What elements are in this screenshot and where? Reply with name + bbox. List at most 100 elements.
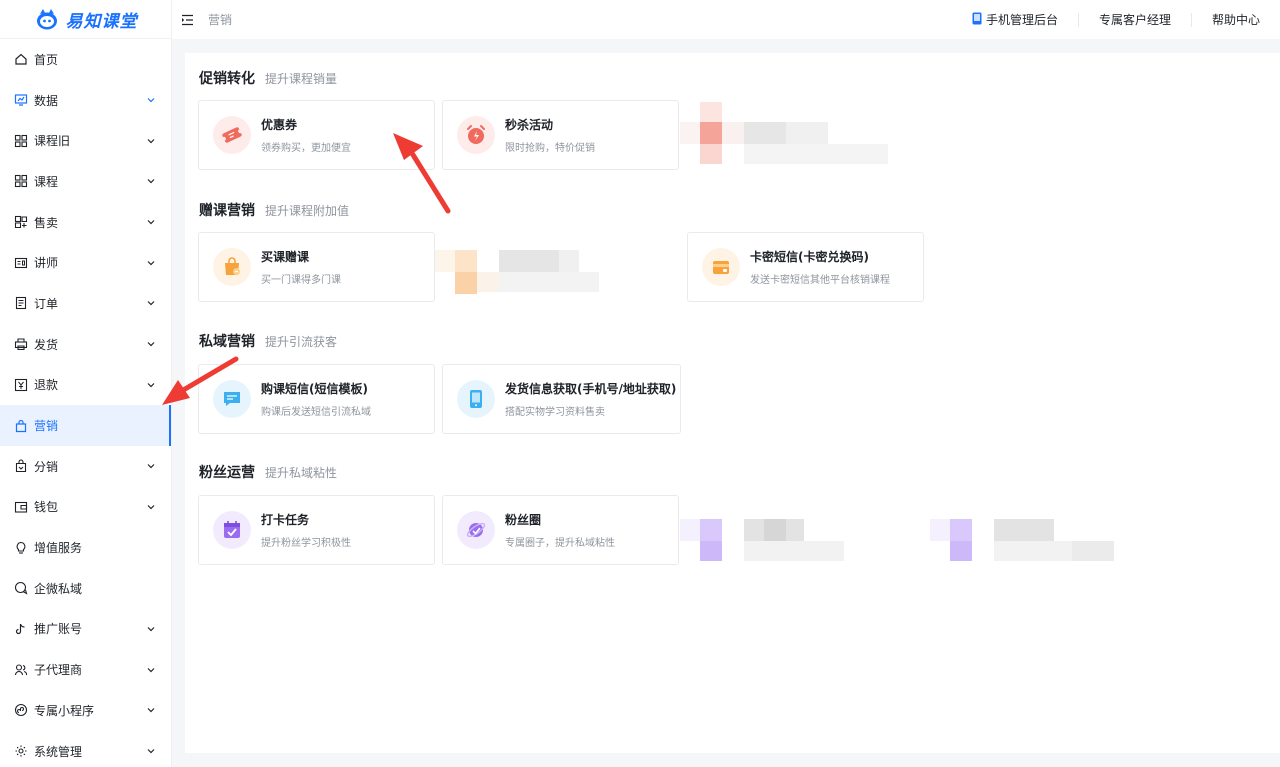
sidebar-item-9[interactable]: 营销 — [0, 405, 171, 446]
checkin-task-card[interactable]: 打卡任务 提升粉丝学习积极性 — [198, 495, 435, 565]
wallet-icon — [14, 500, 28, 514]
sidebar-item-8[interactable]: 退款 — [0, 365, 171, 406]
sidebar-item-label: 订单 — [34, 296, 59, 311]
sidebar-item-label: 专属小程序 — [34, 703, 95, 718]
mobile-icon — [457, 380, 495, 418]
sidebar-item-label: 企微私域 — [34, 581, 83, 596]
redacted-card-placeholder — [680, 102, 910, 168]
buy-gift-course-card[interactable]: 买课赠课 买一门课得多门课 — [198, 232, 435, 302]
section-title-private: 私域营销 提升引流获客 — [199, 334, 338, 350]
sidebar-item-15[interactable]: 子代理商 — [0, 649, 171, 690]
brand-logo[interactable]: 易知课堂 — [0, 0, 171, 39]
sidebar-item-11[interactable]: 钱包 — [0, 487, 171, 528]
planet-icon — [457, 511, 495, 549]
sidebar-item-17[interactable]: 系统管理 — [0, 731, 171, 767]
chevron-down-icon[interactable] — [145, 379, 157, 391]
sidebar-item-label: 分销 — [34, 459, 59, 474]
sidebar: 易知课堂 首页数据课程旧课程售卖讲师订单发货退款营销分销钱包增值服务企微私域推广… — [0, 0, 172, 767]
fan-circle-card[interactable]: 粉丝圈 专属圈子，提升私域粘性 — [442, 495, 679, 565]
top-header: 营销 手机管理后台 专属客户经理 帮助中心 — [172, 0, 1280, 39]
sidebar-item-label: 讲师 — [34, 256, 59, 271]
chevron-down-icon[interactable] — [145, 297, 157, 309]
sidebar-nav: 首页数据课程旧课程售卖讲师订单发货退款营销分销钱包增值服务企微私域推广账号子代理… — [0, 39, 171, 767]
sidebar-item-16[interactable]: 专属小程序 — [0, 690, 171, 731]
card-wallet-icon — [702, 248, 740, 286]
chevron-down-icon[interactable] — [145, 338, 157, 350]
tiktok-icon — [14, 622, 28, 636]
sidebar-item-7[interactable]: 发货 — [0, 324, 171, 365]
gift-bag-icon — [213, 248, 251, 286]
grid-icon — [14, 134, 28, 148]
sidebar-item-label: 子代理商 — [34, 663, 83, 678]
share-bag-icon — [14, 459, 28, 473]
order-icon — [14, 296, 28, 310]
account-manager-link[interactable]: 专属客户经理 — [1077, 12, 1191, 27]
section-title-gift: 赠课营销 提升课程附加值 — [199, 203, 350, 219]
sidebar-item-label: 课程旧 — [34, 134, 71, 149]
sidebar-item-label: 首页 — [34, 52, 59, 67]
phone-icon — [972, 12, 982, 28]
tag-icon — [14, 215, 28, 229]
redacted-card-placeholder — [680, 499, 910, 565]
refund-icon — [14, 378, 28, 392]
grid-icon — [14, 174, 28, 188]
shipping-info-card[interactable]: 发货信息获取(手机号/地址获取) 搭配实物学习资料售卖 — [442, 364, 681, 434]
sidebar-item-6[interactable]: 订单 — [0, 283, 171, 324]
sidebar-item-label: 退款 — [34, 378, 59, 393]
chevron-down-icon[interactable] — [145, 745, 157, 757]
miniapp-icon — [14, 703, 28, 717]
bag-icon — [14, 419, 28, 433]
chevron-down-icon[interactable] — [145, 501, 157, 513]
chevron-down-icon[interactable] — [145, 175, 157, 187]
sidebar-item-label: 售卖 — [34, 215, 59, 230]
chevron-down-icon[interactable] — [145, 257, 157, 269]
logo-mascot-icon — [34, 7, 60, 31]
sidebar-item-label: 系统管理 — [34, 744, 83, 759]
sidebar-item-13[interactable]: 企微私域 — [0, 568, 171, 609]
purchase-sms-card[interactable]: 购课短信(短信模板) 购课后发送短信引流私域 — [198, 364, 435, 434]
section-title-promotion: 促销转化 提升课程销量 — [199, 71, 338, 87]
chevron-down-icon[interactable] — [145, 216, 157, 228]
calendar-check-icon — [213, 511, 251, 549]
help-center-link[interactable]: 帮助中心 — [1190, 12, 1280, 27]
users-icon — [14, 663, 28, 677]
mobile-admin-link[interactable]: 手机管理后台 — [952, 12, 1078, 28]
sidebar-item-10[interactable]: 分销 — [0, 446, 171, 487]
chart-icon — [14, 93, 28, 107]
card-code-sms-card[interactable]: 卡密短信(卡密兑换码) 发送卡密短信其他平台核销课程 — [687, 232, 924, 302]
chevron-down-icon[interactable] — [145, 664, 157, 676]
sidebar-item-1[interactable]: 数据 — [0, 80, 171, 121]
sidebar-item-3[interactable]: 课程 — [0, 161, 171, 202]
sidebar-item-label: 钱包 — [34, 500, 59, 515]
home-icon — [14, 52, 28, 66]
sidebar-item-label: 发货 — [34, 337, 59, 352]
chevron-down-icon[interactable] — [145, 460, 157, 472]
printer-icon — [14, 337, 28, 351]
chevron-down-icon[interactable] — [145, 623, 157, 635]
sidebar-item-2[interactable]: 课程旧 — [0, 120, 171, 161]
brand-name: 易知课堂 — [65, 11, 138, 32]
gear-icon — [14, 744, 28, 758]
sidebar-item-0[interactable]: 首页 — [0, 39, 171, 80]
chevron-down-icon[interactable] — [145, 704, 157, 716]
chevron-down-icon[interactable] — [145, 135, 157, 147]
message-icon — [213, 380, 251, 418]
chevron-down-icon[interactable] — [145, 94, 157, 106]
flash-sale-card[interactable]: 秒杀活动 限时抢购，特价促销 — [442, 100, 679, 170]
sidebar-item-12[interactable]: 增值服务 — [0, 527, 171, 568]
bulb-icon — [14, 541, 28, 555]
coupon-card[interactable]: 优惠券 领券购买，更加便宜 — [198, 100, 435, 170]
sidebar-item-label: 增值服务 — [34, 541, 83, 556]
breadcrumb: 营销 — [208, 13, 233, 27]
sidebar-item-label: 推广账号 — [34, 622, 83, 637]
sidebar-item-14[interactable]: 推广账号 — [0, 609, 171, 650]
marketing-panel: 促销转化 提升课程销量 赠课营销 提升课程附加值 私域营销 提升引流获客 粉丝运… — [185, 53, 1280, 753]
sidebar-item-5[interactable]: 讲师 — [0, 242, 171, 283]
redacted-card-placeholder — [930, 499, 1170, 565]
sidebar-item-label: 营销 — [34, 419, 59, 434]
sidebar-item-4[interactable]: 售卖 — [0, 202, 171, 243]
menu-collapse-icon[interactable] — [180, 13, 194, 27]
section-title-fans: 粉丝运营 提升私域粘性 — [199, 465, 338, 481]
coupon-icon — [213, 116, 251, 154]
alarm-clock-icon — [457, 116, 495, 154]
